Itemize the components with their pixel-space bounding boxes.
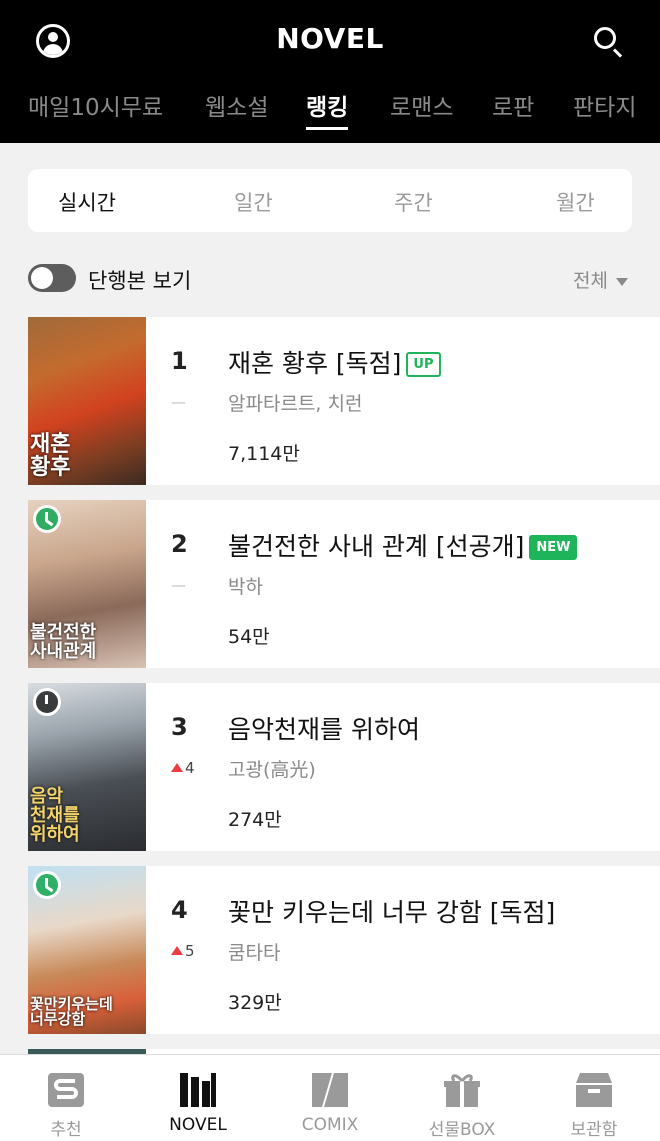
filter-dropdown[interactable]: 전체: [573, 266, 628, 293]
view-count: 274만: [228, 809, 282, 831]
cover-title-text: 불건전한 사내관계: [30, 622, 97, 663]
tab-romance[interactable]: 로맨스: [390, 88, 453, 122]
rank-number: 2: [171, 530, 188, 558]
period-tabs: 실시간 일간 주간 월간: [28, 169, 632, 232]
alarm-icon: [33, 688, 61, 716]
rank-change-value: 5: [185, 942, 195, 960]
page-title: NOVEL: [276, 22, 384, 55]
book-cover[interactable]: 음악 천재를 위하여: [28, 683, 146, 851]
tab-ranking[interactable]: 랭킹: [306, 88, 349, 130]
filter-label: 전체: [573, 270, 608, 292]
book-title[interactable]: 음악천재를 위하여: [228, 710, 420, 746]
bottom-nav: 추천 NOVEL COMIX 선물BOX 보관함: [0, 1054, 660, 1141]
list-controls: 단행본 보기 전체: [28, 258, 632, 298]
tab-daily-free[interactable]: 매일10시무료: [28, 88, 163, 122]
clock-icon: [33, 505, 61, 533]
book-cover[interactable]: 꽃만키우는데 너무강함: [28, 866, 146, 1034]
cover-title-text: 재혼 황후: [30, 431, 71, 480]
tab-weekly[interactable]: 주간: [394, 187, 433, 217]
tab-monthly[interactable]: 월간: [556, 187, 595, 217]
clock-icon: [33, 871, 61, 899]
new-badge: NEW: [529, 535, 578, 560]
s-logo-icon: [48, 1073, 84, 1107]
nav-gift-box[interactable]: 선물BOX: [396, 1055, 528, 1141]
book-author: 쿰타타: [228, 942, 281, 964]
rank-number: 1: [171, 347, 188, 375]
book-title-text: 음악천재를 위하여: [228, 715, 420, 744]
view-count: 329만: [228, 992, 282, 1014]
category-nav: 매일10시무료 웹소설 랭킹 로맨스 로판 판타지: [0, 88, 660, 132]
storage-box-icon: [576, 1073, 612, 1107]
rank-change: —: [171, 393, 186, 411]
ranking-row[interactable]: 음악 천재를 위하여 3 4 음악천재를 위하여 고광(高光) 274만: [28, 683, 660, 851]
single-volume-toggle[interactable]: [28, 264, 76, 292]
book-author: 고광(高光): [228, 759, 316, 781]
cover-title-text: 음악 천재를 위하여: [30, 786, 80, 846]
nav-comix[interactable]: COMIX: [264, 1055, 396, 1141]
book-title-text: 꽃만 키우는데 너무 강함 [독점]: [228, 898, 556, 927]
view-count: 7,114만: [228, 443, 300, 465]
book-cover[interactable]: 재혼 황후: [28, 317, 146, 485]
rank-change: 4: [171, 759, 195, 777]
rank-up-icon: [171, 763, 183, 772]
nav-novel[interactable]: NOVEL: [132, 1055, 264, 1141]
book-title-text: 재혼 황후 [독점]: [228, 349, 402, 378]
rank-number: 4: [171, 896, 188, 924]
book-author: 알파타르트, 치런: [228, 393, 363, 415]
tab-daily[interactable]: 일간: [234, 187, 273, 217]
caret-down-icon: [616, 277, 628, 286]
top-bar: NOVEL 매일10시무료 웹소설 랭킹 로맨스 로판 판타지: [0, 0, 660, 143]
ranking-row[interactable]: 꽃만키우는데 너무강함 4 5 꽃만 키우는데 너무 강함 [독점] 쿰타타 3…: [28, 866, 660, 1034]
nav-label: NOVEL: [169, 1115, 227, 1135]
up-badge: UP: [406, 352, 441, 377]
nav-label: COMIX: [301, 1115, 359, 1135]
toggle-label: 단행본 보기: [88, 269, 192, 293]
tab-web-novel[interactable]: 웹소설: [205, 88, 268, 122]
book-title[interactable]: 꽃만 키우는데 너무 강함 [독점]: [228, 893, 555, 929]
comix-icon: [312, 1073, 348, 1107]
rank-change: 5: [171, 942, 195, 960]
book-title-text: 불건전한 사내 관계 [선공개]: [228, 532, 525, 561]
rank-change-value: 4: [185, 759, 195, 777]
view-count: 54만: [228, 626, 270, 648]
nav-label: 보관함: [570, 1120, 618, 1140]
tab-rofan[interactable]: 로판: [492, 88, 534, 122]
nav-storage[interactable]: 보관함: [528, 1055, 660, 1141]
cover-title-text: 꽃만키우는데 너무강함: [30, 994, 113, 1029]
book-author: 박하: [228, 576, 263, 598]
rank-number: 3: [171, 713, 188, 741]
rank-change: —: [171, 576, 186, 594]
ranking-row[interactable]: 불건전한 사내관계 2 — 불건전한 사내 관계 [선공개] NEW 박하 54만: [28, 500, 660, 668]
nav-label: 선물BOX: [428, 1120, 496, 1140]
gift-icon: [444, 1073, 480, 1107]
books-icon: [180, 1073, 216, 1107]
rank-up-icon: [171, 946, 183, 955]
nav-recommend[interactable]: 추천: [0, 1055, 132, 1141]
search-icon[interactable]: [594, 27, 616, 49]
book-cover[interactable]: 불건전한 사내관계: [28, 500, 146, 668]
tab-fantasy[interactable]: 판타지: [573, 88, 636, 122]
book-title[interactable]: 재혼 황후 [독점] UP: [228, 344, 441, 380]
ranking-row[interactable]: 재혼 황후 1 — 재혼 황후 [독점] UP 알파타르트, 치런 7,114만: [28, 317, 660, 485]
book-title[interactable]: 불건전한 사내 관계 [선공개] NEW: [228, 527, 578, 563]
nav-label: 추천: [50, 1120, 82, 1140]
tab-realtime[interactable]: 실시간: [58, 187, 116, 217]
